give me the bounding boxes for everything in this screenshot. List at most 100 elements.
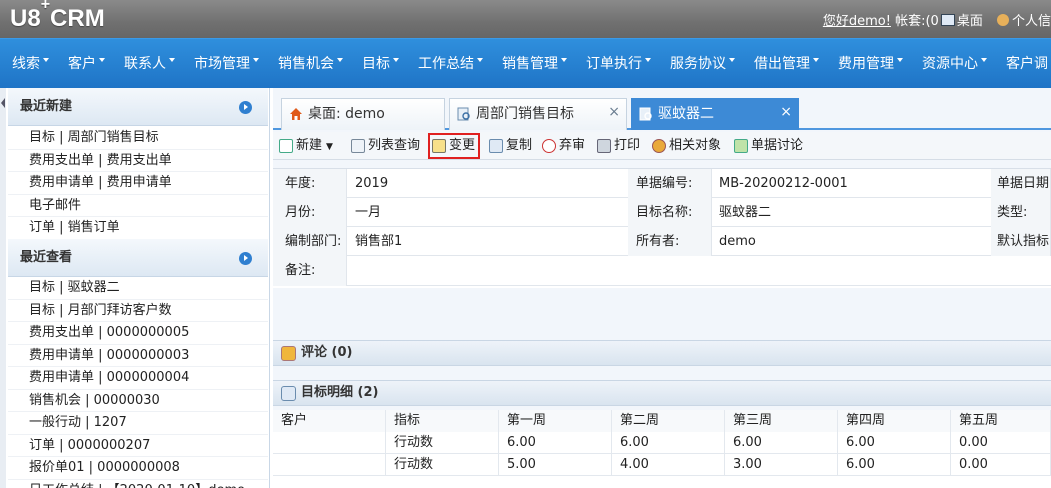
- column-header[interactable]: 第五周: [951, 410, 1051, 432]
- table-row[interactable]: 行动数 5.00 4.00 3.00 6.00 0.00: [273, 454, 1051, 476]
- dropdown-arrow-icon: [43, 58, 49, 62]
- close-icon[interactable]: ×: [780, 97, 792, 127]
- expand-arrow-icon[interactable]: [239, 252, 252, 265]
- form-row: 年度: 2019 单据编号: MB-20200212-0001 单据日期: [273, 169, 1051, 198]
- list-item[interactable]: 目标 | 周部门销售目标: [8, 127, 268, 150]
- recent-new-header[interactable]: 最近新建: [8, 88, 268, 126]
- recent-view-title: 最近查看: [20, 250, 73, 265]
- copy-button[interactable]: 复制: [487, 135, 532, 157]
- desktop-link[interactable]: 桌面: [957, 14, 983, 29]
- table-cell: 5.00: [499, 454, 612, 476]
- discussion-icon: [734, 139, 748, 153]
- list-item[interactable]: 一般行动 | 1207: [8, 412, 268, 435]
- dropdown-arrow-icon: [393, 58, 399, 62]
- recent-view-header[interactable]: 最近查看: [8, 239, 268, 277]
- list-item[interactable]: 费用申请单 | 费用申请单: [8, 172, 268, 195]
- table-cell: 0.00: [951, 432, 1051, 454]
- account-label[interactable]: 帐套:(0: [895, 14, 939, 29]
- personal-link[interactable]: 个人信: [1012, 14, 1051, 29]
- greeting-link[interactable]: 您好demo!: [823, 14, 891, 29]
- expand-arrow-icon[interactable]: [239, 101, 252, 114]
- list-item[interactable]: 订单 | 0000000207: [8, 435, 268, 457]
- nav-item-service[interactable]: 服务协议: [658, 39, 742, 88]
- list-item[interactable]: 费用支出单 | 费用支出单: [8, 150, 268, 172]
- year-value: 2019: [355, 176, 389, 191]
- person-icon[interactable]: [996, 14, 1009, 26]
- nav-item-sales[interactable]: 销售管理: [490, 39, 574, 88]
- month-value: 一月: [355, 205, 382, 220]
- dropdown-arrow-icon[interactable]: ▼: [326, 142, 333, 152]
- details-title: 目标明细 (2): [301, 385, 379, 400]
- nav-item-targets[interactable]: 目标: [350, 39, 406, 88]
- dropdown-arrow-icon: [645, 58, 651, 62]
- dept-label: 编制部门:: [273, 227, 347, 256]
- doc-number-label: 单据编号:: [628, 169, 712, 198]
- table-cell: 4.00: [612, 454, 725, 476]
- nav-item-work-summary[interactable]: 工作总结: [406, 39, 490, 88]
- list-item[interactable]: 订单 | 销售订单: [8, 217, 268, 240]
- list-item[interactable]: 费用支出单 | 0000000005: [8, 322, 268, 345]
- list-item[interactable]: 日工作总结 | 【2020-01-10】demo: [8, 480, 268, 488]
- document-search-icon: [639, 107, 652, 121]
- document-discussion-button[interactable]: 单据讨论: [732, 135, 803, 157]
- dropdown-arrow-icon: [99, 58, 105, 62]
- print-button[interactable]: 打印: [595, 135, 640, 157]
- column-header[interactable]: 第一周: [499, 410, 612, 432]
- list-item[interactable]: 报价单01 | 0000000008: [8, 457, 268, 480]
- nav-item-expenses[interactable]: 费用管理: [826, 39, 910, 88]
- tab-weekly-dept-target[interactable]: 周部门销售目标 ×: [449, 98, 627, 130]
- top-header: U8+CRM 您好demo! 帐套:(0 桌面 个人信: [0, 0, 1051, 38]
- home-icon: [290, 108, 302, 120]
- change-button[interactable]: 变更: [428, 133, 481, 159]
- type-label: 类型:: [991, 198, 1051, 227]
- collapse-sidebar-handle[interactable]: [0, 88, 6, 488]
- related-objects-button[interactable]: 相关对象: [650, 135, 721, 157]
- form-row: 备注:: [273, 256, 1051, 286]
- column-header[interactable]: 第三周: [725, 410, 838, 432]
- column-header[interactable]: 客户: [273, 410, 386, 432]
- dropdown-arrow-icon: [981, 58, 987, 62]
- year-label: 年度:: [273, 169, 347, 198]
- column-header[interactable]: 第二周: [612, 410, 725, 432]
- abandon-review-button[interactable]: 弃审: [540, 135, 585, 157]
- nav-item-marketing[interactable]: 市场管理: [182, 39, 266, 88]
- column-header[interactable]: 第四周: [838, 410, 951, 432]
- app-logo: U8+CRM: [10, 0, 105, 33]
- column-header[interactable]: 指标: [386, 410, 499, 432]
- nav-item-loans[interactable]: 借出管理: [742, 39, 826, 88]
- list-item[interactable]: 销售机会 | 00000030: [8, 390, 268, 412]
- doc-date-label: 单据日期: [991, 169, 1051, 198]
- nav-item-customers[interactable]: 客户: [56, 39, 112, 88]
- dropdown-arrow-icon: [169, 58, 175, 62]
- details-panel-header[interactable]: 目标明细 (2): [273, 380, 1051, 406]
- close-icon[interactable]: ×: [608, 97, 620, 127]
- list-item[interactable]: 目标 | 驱蚊器二: [8, 277, 268, 300]
- nav-item-opportunities[interactable]: 销售机会: [266, 39, 350, 88]
- list-item[interactable]: 费用申请单 | 0000000003: [8, 345, 268, 367]
- nav-item-orders[interactable]: 订单执行: [574, 39, 658, 88]
- dropdown-arrow-icon: [813, 58, 819, 62]
- table-cell: 6.00: [838, 432, 951, 454]
- list-item[interactable]: 目标 | 月部门拜访客户数: [8, 300, 268, 322]
- details-table: 客户 指标 第一周 第二周 第三周 第四周 第五周 行动数 6.00 6.00 …: [273, 410, 1051, 488]
- new-button[interactable]: 新建 ▼: [277, 135, 333, 157]
- table-row[interactable]: 行动数 6.00 6.00 6.00 6.00 0.00: [273, 432, 1051, 454]
- tab-mosquito-repeller-2[interactable]: 驱蚊器二 ×: [631, 98, 799, 130]
- nav-item-contacts[interactable]: 联系人: [112, 39, 182, 88]
- table-cell: 6.00: [612, 432, 725, 454]
- list-item[interactable]: 电子邮件: [8, 195, 268, 217]
- owner-label: 所有者:: [628, 227, 712, 256]
- comments-panel-header[interactable]: 评论 (0): [273, 340, 1051, 366]
- list-query-button[interactable]: 列表查询: [349, 135, 420, 157]
- list-item[interactable]: 费用申请单 | 0000000004: [8, 367, 268, 390]
- user-bar: 您好demo! 帐套:(0 桌面 个人信: [823, 10, 1051, 29]
- form-row: 编制部门: 销售部1 所有者: demo 默认指标: [273, 227, 1051, 256]
- nav-item-customer-survey[interactable]: 客户调: [994, 39, 1051, 88]
- printer-icon: [597, 139, 611, 153]
- table-cell: [273, 432, 386, 454]
- nav-item-leads[interactable]: 线索: [0, 39, 56, 88]
- tab-desktop[interactable]: 桌面: demo: [281, 98, 445, 130]
- desktop-icon[interactable]: [940, 14, 955, 26]
- copy-icon: [489, 139, 503, 153]
- nav-item-resources[interactable]: 资源中心: [910, 39, 994, 88]
